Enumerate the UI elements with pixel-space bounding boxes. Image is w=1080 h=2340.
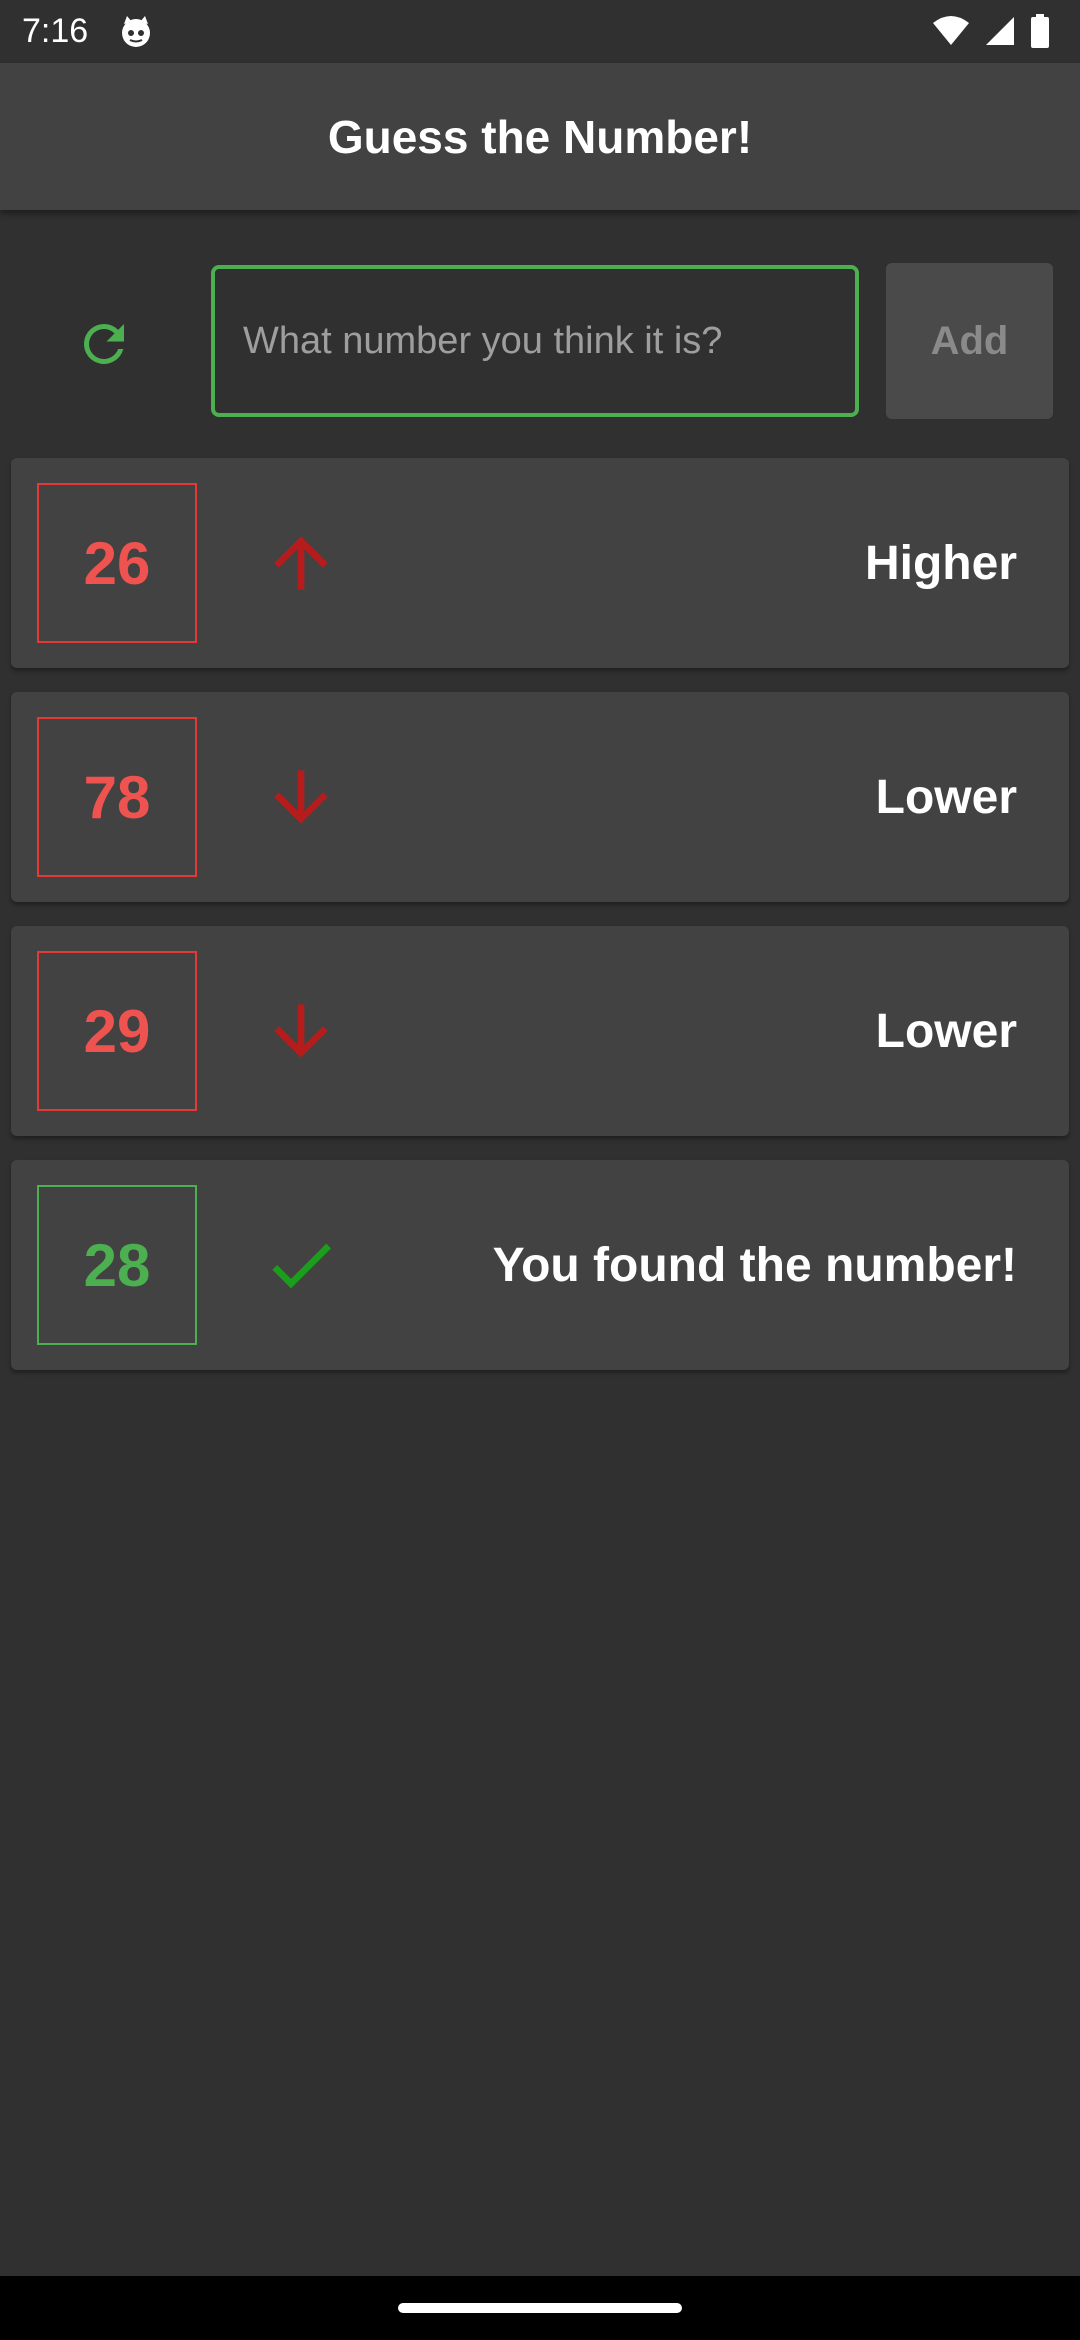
list-item: 26 Higher: [11, 458, 1069, 668]
guess-result: Lower: [875, 1004, 1017, 1058]
guess-result: Lower: [875, 770, 1017, 824]
arrow-down-icon: [261, 757, 341, 837]
app-bar: Guess the Number!: [0, 63, 1080, 210]
arrow-up-icon: [261, 523, 341, 603]
status-bar: 7:16: [0, 0, 1080, 63]
guess-result: Higher: [864, 536, 1017, 590]
check-icon: [261, 1225, 341, 1305]
arrow-down-icon: [261, 991, 341, 1071]
guess-number: 28: [37, 1185, 197, 1345]
guess-input[interactable]: [211, 265, 859, 417]
status-icons: [932, 14, 1050, 53]
guess-number: 26: [37, 483, 197, 643]
wifi-icon: [932, 15, 970, 52]
navigation-bar: [0, 2276, 1080, 2340]
cell-signal-icon: [984, 15, 1016, 52]
home-gesture-handle[interactable]: [398, 2303, 682, 2313]
status-time: 7:16: [22, 12, 89, 50]
list-item: 28 You found the number!: [11, 1160, 1069, 1370]
list-item: 29 Lower: [11, 926, 1069, 1136]
list-item: 78 Lower: [11, 692, 1069, 902]
add-button[interactable]: Add: [886, 263, 1053, 419]
page-title: Guess the Number!: [327, 110, 753, 163]
restart-button[interactable]: [60, 300, 148, 388]
guess-list: 26 Higher 78 Lower 29 Lower 28 You found…: [11, 458, 1069, 1394]
battery-icon: [1030, 14, 1050, 53]
guess-result: You found the number!: [492, 1238, 1017, 1292]
refresh-icon: [83, 323, 124, 364]
screen: 7:16 Guess the Number! What number you t…: [0, 0, 1080, 2340]
cat-notification-icon: [118, 14, 154, 50]
guess-number: 29: [37, 951, 197, 1111]
guess-number: 78: [37, 717, 197, 877]
